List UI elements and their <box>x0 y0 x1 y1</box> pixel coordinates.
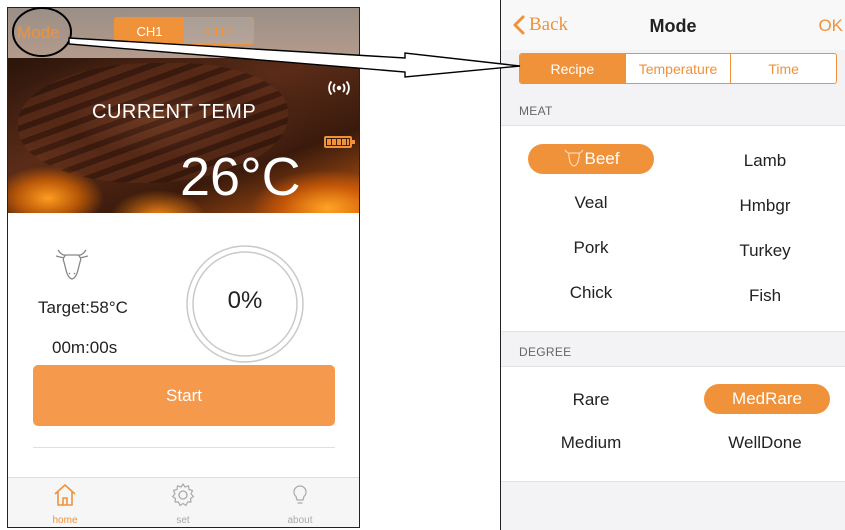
degree-option-welldone[interactable]: WellDone <box>702 428 828 458</box>
progress-percent: 0% <box>227 287 263 314</box>
tab-about-label: about <box>287 515 313 526</box>
bottom-tabbar: home set about <box>8 477 359 527</box>
meat-option-pork[interactable]: Pork <box>528 233 654 263</box>
current-temp-label: CURRENT TEMP <box>92 101 257 123</box>
navigation-bar: Back Mode OK <box>501 0 845 50</box>
top-header: Mode CH1 CH2 <box>8 8 359 58</box>
tab-set-label: set <box>176 515 190 526</box>
meat-panel: Beef Lamb Veal Hmbgr Pork Turkey Chick F… <box>501 125 845 332</box>
mode-screen: Back Mode OK Recipe Temperature Time MEA… <box>500 0 845 530</box>
tab-ch1[interactable]: CH1 <box>115 18 184 44</box>
meat-label: Beef <box>584 149 620 168</box>
page-title: Mode <box>649 16 697 36</box>
meat-option-veal[interactable]: Veal <box>528 188 654 218</box>
meat-option-lamb[interactable]: Lamb <box>702 146 828 176</box>
meat-option-fish[interactable]: Fish <box>702 281 828 311</box>
segment-recipe[interactable]: Recipe <box>520 54 626 83</box>
meat-option-hmbgr[interactable]: Hmbgr <box>702 191 828 221</box>
meat-option-chick[interactable]: Chick <box>528 278 654 308</box>
degree-option-rare[interactable]: Rare <box>528 385 654 415</box>
tab-ch2[interactable]: CH2 <box>184 18 253 44</box>
tab-home[interactable]: home <box>35 482 95 526</box>
segment-temperature[interactable]: Temperature <box>626 54 732 83</box>
degree-panel: Rare MedRare Medium WellDone <box>501 366 845 482</box>
temperature-reading: 26°C <box>180 147 301 207</box>
mode-button[interactable]: Mode <box>17 23 60 43</box>
gear-icon <box>171 483 195 507</box>
tab-home-label: home <box>52 515 78 526</box>
home-icon <box>54 484 76 506</box>
meat-option-turkey[interactable]: Turkey <box>702 236 828 266</box>
lightbulb-icon <box>293 485 307 504</box>
degree-option-medrare[interactable]: MedRare <box>704 384 830 414</box>
battery-icon <box>324 136 355 148</box>
timer-readout: 00m:00s <box>52 338 118 357</box>
cow-icon <box>564 149 583 167</box>
screenshot-root: Mode CH1 CH2 CURRENT TEMP 26°C Target:58… <box>0 0 845 530</box>
channel-tabs: CH1 CH2 <box>114 17 254 45</box>
ok-button[interactable]: OK <box>818 16 843 36</box>
divider <box>33 447 335 448</box>
segment-time[interactable]: Time <box>731 54 836 83</box>
tab-about[interactable]: about <box>270 482 330 526</box>
main-screen: Mode CH1 CH2 CURRENT TEMP 26°C Target:58… <box>7 7 360 528</box>
degree-option-medium[interactable]: Medium <box>528 428 654 458</box>
meat-section-header: MEAT <box>519 104 553 118</box>
target-temperature: Target:58°C <box>38 298 128 317</box>
cow-icon <box>55 249 89 280</box>
start-button[interactable]: Start <box>33 365 335 426</box>
tab-set[interactable]: set <box>153 482 213 526</box>
mode-segmented-control: Recipe Temperature Time <box>519 53 837 84</box>
meat-option-beef[interactable]: Beef <box>528 144 654 174</box>
steak-hero-image: CURRENT TEMP 26°C <box>8 58 359 213</box>
degree-section-header: DEGREE <box>519 345 572 359</box>
signal-icon <box>328 80 350 96</box>
